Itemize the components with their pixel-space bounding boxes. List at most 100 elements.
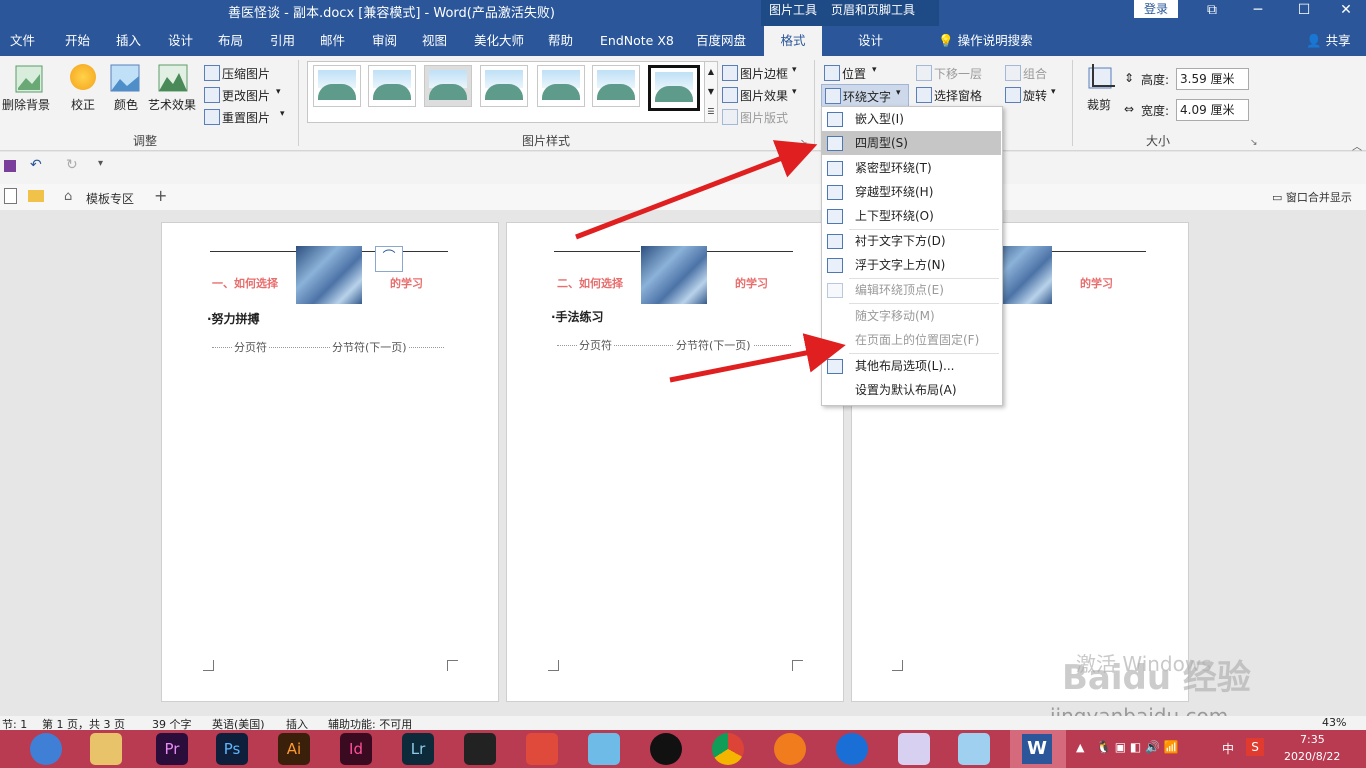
menu-item-square-content[interactable]: 四周型(S): [821, 131, 1001, 155]
group-objects-button[interactable]: 组合: [1005, 64, 1061, 82]
ime-indicator[interactable]: 中: [1222, 740, 1234, 757]
menu-item-edit-points[interactable]: 编辑环绕顶点(E): [821, 278, 1001, 302]
illustrator-icon[interactable]: Ai: [278, 733, 310, 765]
qq-icon[interactable]: [650, 733, 682, 765]
crop-button[interactable]: 裁剪: [1082, 62, 1118, 126]
tab-layout[interactable]: 布局: [218, 26, 243, 56]
app-icon-cat[interactable]: [588, 733, 620, 765]
send-backward-button[interactable]: 下移一层: [916, 64, 996, 82]
picture-border-button[interactable]: 图片边框 ▾: [722, 64, 806, 82]
selection-pane-button[interactable]: 选择窗格: [916, 86, 996, 104]
tab-help[interactable]: 帮助: [548, 26, 573, 56]
minimize-button[interactable]: ─: [1238, 0, 1278, 24]
menu-item-in-front[interactable]: 浮于文字上方(N): [821, 253, 1001, 277]
word-taskbar-button[interactable]: W: [1010, 730, 1066, 768]
compress-pictures-button[interactable]: 压缩图片: [204, 64, 292, 82]
color-button[interactable]: 颜色: [108, 62, 144, 126]
chrome-icon[interactable]: [712, 733, 744, 765]
menu-item-tight[interactable]: 紧密型环绕(T): [821, 156, 1001, 180]
picture-style-7[interactable]: [648, 65, 700, 111]
collapse-ribbon-icon[interactable]: ︿: [1352, 138, 1362, 153]
remove-background-button[interactable]: 删除背景: [2, 62, 52, 122]
picture-layout-button[interactable]: 图片版式: [722, 108, 806, 126]
new-document-icon[interactable]: [4, 188, 17, 204]
tab-beautify[interactable]: 美化大师: [474, 26, 524, 56]
tab-references[interactable]: 引用: [270, 26, 295, 56]
menu-item-inline[interactable]: 嵌入型(I): [821, 107, 1001, 131]
picture-style-1[interactable]: [313, 65, 361, 107]
header-picture[interactable]: [296, 246, 362, 304]
app-icon-notebook[interactable]: [898, 733, 930, 765]
sogou-ime-icon[interactable]: S: [1246, 738, 1264, 756]
tab-design[interactable]: 设计: [168, 26, 193, 56]
status-zoom-level[interactable]: 43%: [1322, 716, 1346, 729]
premiere-icon[interactable]: Pr: [156, 733, 188, 765]
size-dialog-launcher-icon[interactable]: ↘: [1250, 138, 1258, 148]
height-input[interactable]: 3.59 厘米: [1176, 68, 1249, 90]
menu-item-move-with-text[interactable]: 随文字移动(M): [821, 304, 1001, 328]
tab-mailings[interactable]: 邮件: [320, 26, 345, 56]
login-button[interactable]: 登录: [1134, 0, 1178, 18]
picture-style-6[interactable]: [592, 65, 640, 107]
template-tab[interactable]: ⌂ 模板专区: [56, 185, 146, 209]
tab-baidu-pan[interactable]: 百度网盘: [696, 26, 746, 56]
layout-options-icon[interactable]: ⌒: [375, 246, 403, 272]
save-icon[interactable]: [4, 160, 16, 172]
tab-home[interactable]: 开始: [65, 26, 90, 56]
tell-me-search[interactable]: 💡 操作说明搜索: [938, 26, 1033, 56]
tab-review[interactable]: 审阅: [372, 26, 397, 56]
app-icon-colorful[interactable]: [526, 733, 558, 765]
artistic-effects-button[interactable]: 艺术效果: [148, 62, 200, 126]
tray-expand-icon[interactable]: ▲: [1076, 741, 1084, 754]
sogou-search-icon[interactable]: [836, 733, 868, 765]
menu-item-behind-text[interactable]: 衬于文字下方(D): [821, 229, 1001, 253]
picture-style-4[interactable]: [480, 65, 528, 107]
corrections-button[interactable]: 校正: [66, 62, 102, 126]
undo-icon[interactable]: ↶: [30, 157, 42, 173]
tab-view[interactable]: 视图: [422, 26, 447, 56]
lightroom-icon[interactable]: Lr: [402, 733, 434, 765]
menu-item-more-layout[interactable]: 其他布局选项(L)...: [821, 354, 1001, 378]
tab-endnote[interactable]: EndNote X8: [600, 26, 674, 56]
app-icon-glass[interactable]: [958, 733, 990, 765]
menu-item-set-default[interactable]: 设置为默认布局(A): [821, 378, 1001, 402]
clock-date[interactable]: 2020/8/22: [1284, 750, 1340, 763]
video-player-icon[interactable]: [464, 733, 496, 765]
tab-header-footer-design[interactable]: 设计: [858, 26, 888, 56]
menu-item-fix-position[interactable]: 在页面上的位置固定(F): [821, 328, 1001, 352]
width-input[interactable]: 4.09 厘米: [1176, 99, 1249, 121]
picture-style-2[interactable]: [368, 65, 416, 107]
tray-icons[interactable]: 🐧 ▣ ◧ 🔊 📶: [1096, 740, 1179, 754]
dialog-launcher-icon[interactable]: ↘: [800, 138, 808, 148]
clock-time[interactable]: 7:35: [1300, 733, 1325, 746]
window-merge-button[interactable]: ▭ 窗口合并显示: [1272, 189, 1352, 205]
menu-item-through[interactable]: 穿越型环绕(H): [821, 180, 1001, 204]
file-explorer-icon[interactable]: [90, 733, 122, 765]
maximize-button[interactable]: ☐: [1284, 0, 1324, 24]
app-icon-orange[interactable]: [774, 733, 806, 765]
customize-qat-icon[interactable]: ▾: [98, 158, 103, 169]
browser-icon[interactable]: [30, 733, 62, 765]
share-button[interactable]: 👤 共享: [1306, 26, 1351, 56]
indesign-icon[interactable]: Id: [340, 733, 372, 765]
picture-style-5[interactable]: [537, 65, 585, 107]
position-button[interactable]: 位置 ▾: [824, 64, 884, 82]
header-picture[interactable]: [641, 246, 707, 304]
folder-icon[interactable]: [28, 190, 44, 202]
tab-file[interactable]: 文件: [10, 26, 35, 56]
ribbon-display-icon[interactable]: ⧉: [1192, 0, 1232, 24]
menu-item-top-bottom[interactable]: 上下型环绕(O): [821, 204, 1001, 228]
change-picture-button[interactable]: 更改图片 ▾: [204, 86, 292, 104]
redo-icon[interactable]: ↻: [66, 157, 78, 173]
rotate-button[interactable]: 旋转 ▾: [1005, 86, 1061, 104]
photoshop-icon[interactable]: Ps: [216, 733, 248, 765]
tab-insert[interactable]: 插入: [116, 26, 141, 56]
gallery-scroll[interactable]: ▲ ▼ ☰: [704, 61, 718, 123]
close-button[interactable]: ✕: [1326, 0, 1366, 24]
picture-style-3[interactable]: [424, 65, 472, 107]
tab-format[interactable]: 格式: [764, 26, 822, 56]
add-tab-icon[interactable]: +: [154, 186, 167, 205]
picture-effects-button[interactable]: 图片效果 ▾: [722, 86, 806, 104]
reset-picture-button[interactable]: 重置图片 ▾: [204, 108, 292, 126]
wrap-text-button[interactable]: 环绕文字 ▾: [821, 84, 909, 107]
